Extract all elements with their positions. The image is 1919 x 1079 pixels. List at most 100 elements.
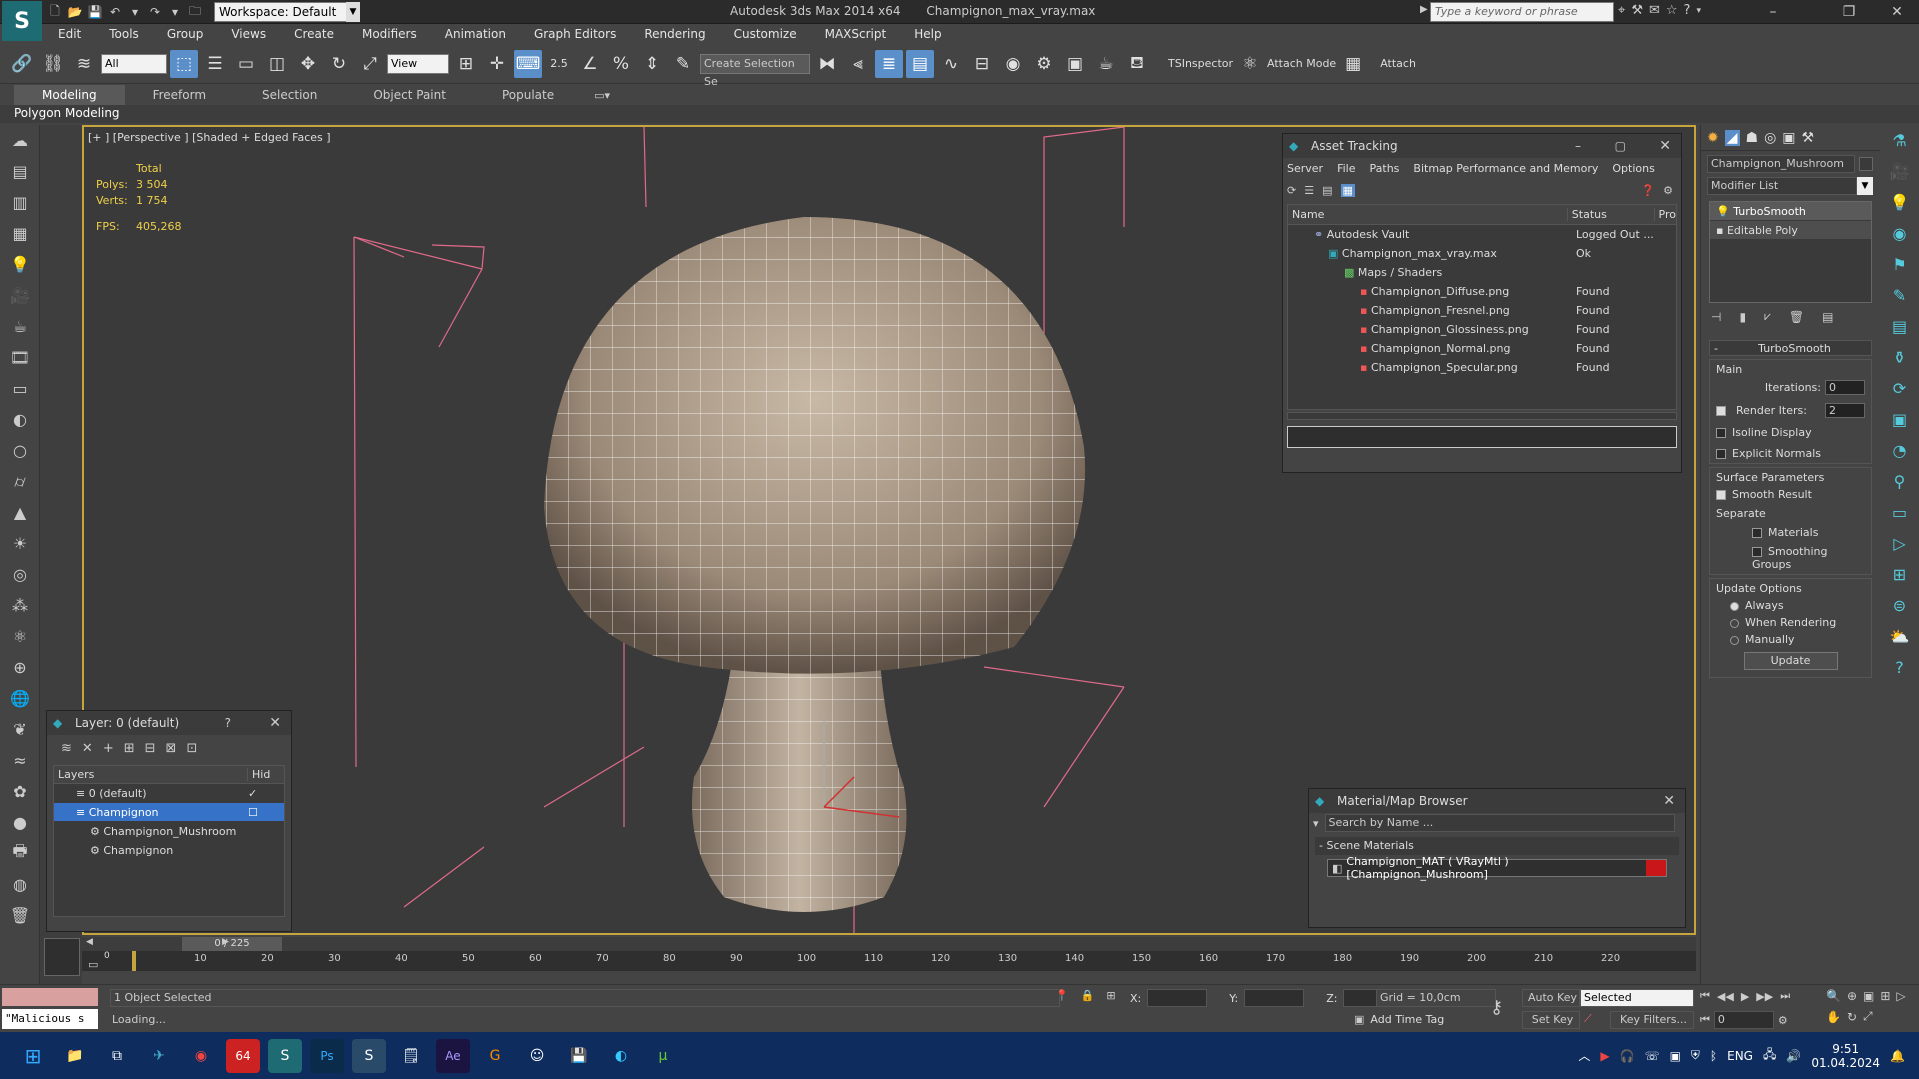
mini-listener-preview[interactable] [44, 938, 80, 976]
vray-toon-icon[interactable]: ⊞ [1880, 559, 1919, 590]
box-icon[interactable]: ▭ [0, 373, 40, 404]
tray-network-icon[interactable]: 🖧 [1763, 1045, 1776, 1066]
tray-bluetooth-icon[interactable]: ᛒ [1710, 1049, 1717, 1063]
tab-object-paint[interactable]: Object Paint [345, 85, 474, 105]
add-selection-icon[interactable]: ⊞ [124, 741, 135, 756]
menu-file[interactable]: File [1337, 162, 1355, 175]
utorrent-icon[interactable]: μ [646, 1039, 680, 1073]
go-to-end-icon[interactable]: ⏭ [1780, 989, 1790, 1003]
list-item[interactable]: ⚙ Champignon_Mushroom [54, 822, 284, 841]
trash-icon[interactable]: 🗑 [0, 900, 40, 931]
tab-populate[interactable]: Populate [474, 85, 582, 105]
key-filters-button[interactable]: Key Filters... [1610, 1011, 1694, 1029]
notifications-icon[interactable]: 🔔 [1890, 1049, 1905, 1063]
help-icon[interactable]: ? [1684, 3, 1691, 18]
next-frame-icon[interactable]: ▶ [222, 937, 229, 947]
vray-help-icon[interactable]: ? [1880, 652, 1919, 683]
rect-selection-icon[interactable]: ▭ [232, 50, 260, 78]
3dsmax-icon[interactable]: S [268, 1038, 302, 1073]
select-object-icon[interactable]: ⬚ [170, 49, 198, 78]
help-dropdown-icon[interactable]: ▾ [1696, 6, 1701, 16]
make-unique-icon[interactable]: ⩗ [1764, 309, 1771, 324]
menu-maxscript[interactable]: MAXScript [811, 24, 901, 44]
menu-create[interactable]: Create [280, 24, 348, 44]
render-iters-spinner[interactable]: 2 [1825, 403, 1865, 418]
menu-help[interactable]: Help [900, 24, 955, 44]
explicit-normals-checkbox[interactable] [1716, 449, 1726, 459]
list-item[interactable]: ⚙ Champignon [54, 841, 284, 860]
layers-icon[interactable]: ≋ [61, 741, 72, 756]
communication-icon[interactable]: ✉ [1649, 3, 1660, 18]
utilities-tab-icon[interactable]: ⚒ [1802, 130, 1815, 146]
plant-icon[interactable]: ❦ [0, 714, 40, 745]
rendered-frame-icon[interactable]: ▣ [1061, 50, 1089, 78]
chrome-icon[interactable]: ◉ [184, 1039, 218, 1073]
attach-mode-button[interactable]: Attach Mode [1267, 57, 1336, 70]
ts-inspector-button[interactable]: TSInspector [1168, 57, 1233, 70]
percent-snap-icon[interactable]: % [607, 50, 635, 78]
vray-dome-icon[interactable]: ◔ [1880, 435, 1919, 466]
container-icon[interactable]: ☁ [0, 125, 40, 156]
tray-app-icon[interactable]: ▶ [1600, 1049, 1609, 1063]
paint-icon[interactable]: ✿ [0, 776, 40, 807]
redo-icon[interactable]: ↷ [146, 4, 164, 20]
hair-icon[interactable]: ≈ [0, 745, 40, 776]
key-icon[interactable]: ⚷ [1490, 997, 1503, 1018]
play-icon[interactable]: ▶ [1741, 990, 1749, 1003]
col-pro[interactable]: Pro [1655, 208, 1676, 221]
torus-icon[interactable]: ◎ [0, 559, 40, 590]
key-mode-dropdown[interactable]: Selected [1580, 989, 1694, 1007]
highlight-layer-icon[interactable]: ⊠ [166, 741, 177, 756]
menu-group[interactable]: Group [153, 24, 218, 44]
show-end-result-icon[interactable]: ▮ [1739, 310, 1746, 324]
vray-plane-icon[interactable]: ▤ [1880, 311, 1919, 342]
time-config-icon[interactable]: ⚙ [1778, 1014, 1788, 1027]
app-logo-icon[interactable]: S [2, 1, 42, 41]
modifier-list-arrow-icon[interactable]: ▼ [1857, 177, 1873, 195]
tray-headphones-icon[interactable]: 🎧 [1620, 1049, 1635, 1063]
key-tangent-icon[interactable]: ⟋ [1584, 1012, 1592, 1026]
render-setup-icon[interactable]: ⚙ [1030, 50, 1058, 78]
col-hide[interactable]: Hid [248, 768, 270, 781]
file-explorer-icon[interactable]: 📁 [58, 1039, 92, 1073]
auto-key-button[interactable]: Auto Key [1522, 989, 1580, 1007]
asset-table-scrollbar[interactable] [1287, 412, 1677, 420]
set-key-button[interactable]: Set Key [1522, 1011, 1580, 1029]
isolate-icon[interactable]: 📍 [1055, 989, 1069, 1002]
save-file-icon[interactable]: 💾 [86, 4, 104, 20]
configure-sets-icon[interactable]: ▤ [1822, 310, 1833, 324]
menu-server[interactable]: Server [1287, 162, 1323, 175]
stack-item-editable-poly[interactable]: ▪ Editable Poly [1710, 221, 1871, 240]
particles-icon[interactable]: ⁂ [0, 590, 40, 621]
vray-sphere-icon[interactable]: ◉ [1880, 218, 1919, 249]
modify-tab-icon[interactable]: ◢ [1724, 129, 1740, 146]
add-layer-icon[interactable]: + [103, 741, 114, 756]
col-layers[interactable]: Layers [54, 768, 248, 781]
create-tab-icon[interactable]: ✹ [1707, 130, 1719, 146]
keyboard-shortcut-override-icon[interactable]: ⌨ [514, 49, 542, 78]
go-to-start-icon[interactable]: ⏮ [1700, 989, 1710, 1003]
globe-icon[interactable]: 🌐 [0, 683, 40, 714]
snap-toggle-icon[interactable]: 2.5 [545, 50, 573, 78]
photoshop-icon[interactable]: Ps [310, 1038, 344, 1073]
workspace-dropdown[interactable]: Workspace: Default [214, 2, 358, 22]
select-layer-icon[interactable]: ⊟ [145, 741, 156, 756]
update-button[interactable]: Update [1743, 652, 1838, 670]
browser-options-icon[interactable]: ▾ [1313, 817, 1319, 830]
windows-start-icon[interactable]: ⊞ [16, 1039, 50, 1073]
menu-graph-editors[interactable]: Graph Editors [520, 24, 630, 44]
fov-icon[interactable]: ▷ [1896, 989, 1905, 1003]
link-icon[interactable]: 🔗 [8, 50, 36, 78]
mirror-icon[interactable]: ⧓ [813, 50, 841, 78]
notepad-icon[interactable]: 🗒 [394, 1039, 428, 1073]
close-icon[interactable]: ✕ [1659, 134, 1671, 158]
list-view-icon[interactable]: ☰ [1304, 184, 1314, 197]
vray-proxy-icon[interactable]: ⚑ [1880, 249, 1919, 280]
vray-frame-buffer-icon[interactable]: ▣ [1880, 404, 1919, 435]
favorites-star-icon[interactable]: ☆ [1666, 3, 1678, 18]
schematic-view-icon[interactable]: ⊟ [968, 50, 996, 78]
delete-layer-icon[interactable]: ✕ [82, 741, 93, 756]
helper-icon[interactable]: ⊕ [0, 652, 40, 683]
edge-icon[interactable]: ◐ [604, 1039, 638, 1073]
render-iters-checkbox[interactable] [1716, 405, 1726, 416]
